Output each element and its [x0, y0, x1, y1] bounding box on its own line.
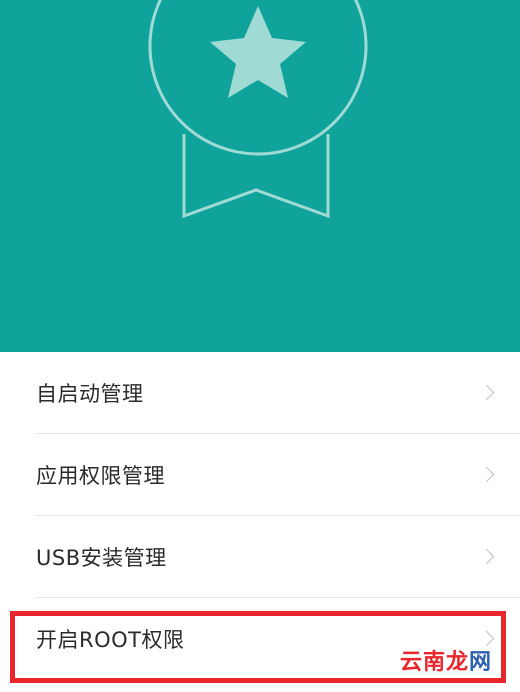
hero-banner	[0, 0, 520, 352]
chevron-right-icon	[478, 548, 495, 565]
watermark-char: 云	[399, 650, 423, 675]
menu-item-label: 开启ROOT权限	[36, 628, 185, 652]
settings-menu: 自启动管理 应用权限管理 USB安装管理 开启ROOT权限	[0, 352, 520, 680]
menu-item-autostart[interactable]: 自启动管理	[0, 352, 520, 434]
chevron-right-icon	[478, 466, 495, 483]
watermark-char: 网	[468, 650, 492, 675]
chevron-right-icon	[478, 384, 495, 401]
medal-star-icon	[148, 0, 368, 219]
watermark-char: 龙	[445, 650, 469, 675]
menu-item-label: 自启动管理	[36, 382, 144, 406]
menu-item-app-permissions[interactable]: 应用权限管理	[0, 434, 520, 516]
watermark: 云南龙网	[400, 644, 492, 676]
menu-item-label: USB安装管理	[36, 546, 167, 570]
watermark-char: 南	[422, 650, 446, 675]
menu-item-usb-install[interactable]: USB安装管理	[0, 516, 520, 598]
menu-item-label: 应用权限管理	[36, 464, 165, 488]
